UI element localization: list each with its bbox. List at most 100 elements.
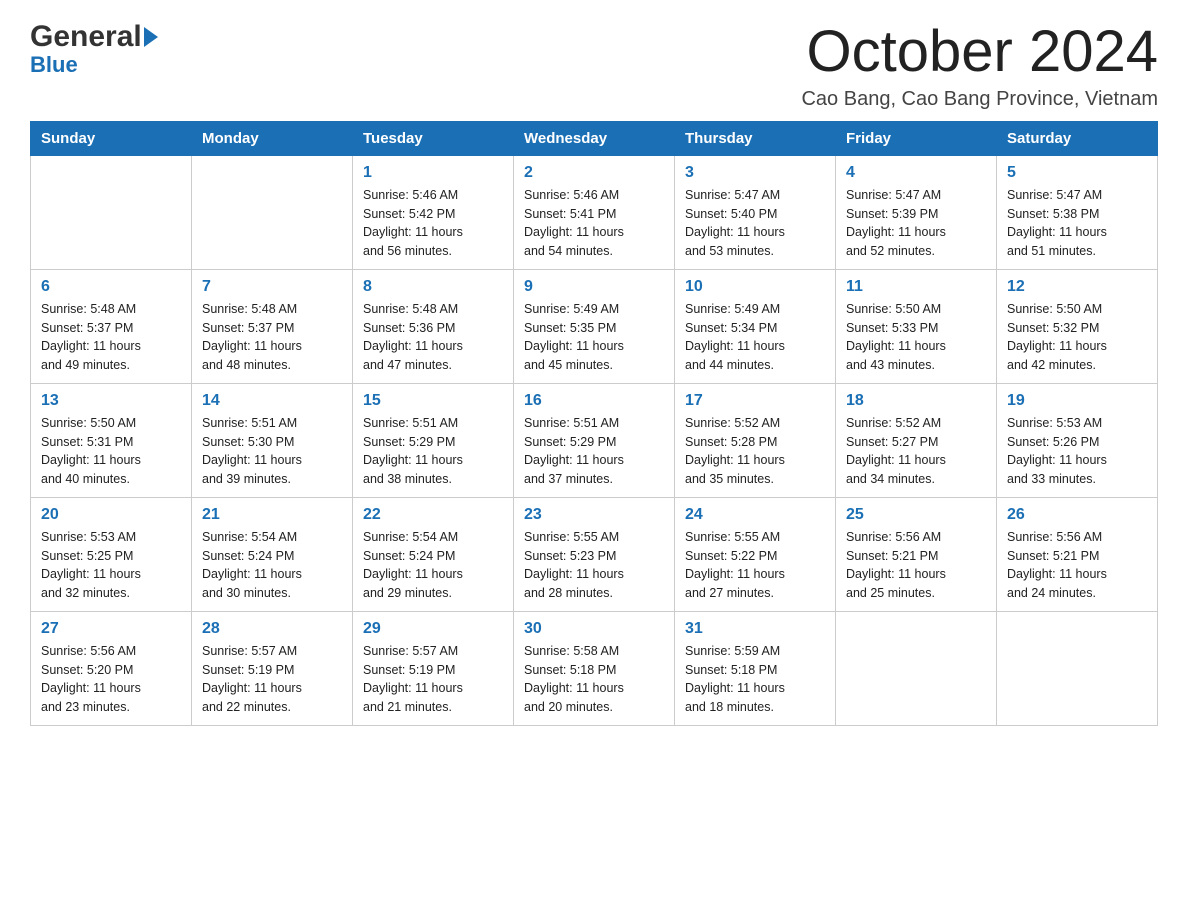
day-number: 1 <box>363 164 503 182</box>
calendar-cell: 20Sunrise: 5:53 AM Sunset: 5:25 PM Dayli… <box>31 497 192 611</box>
day-info: Sunrise: 5:57 AM Sunset: 5:19 PM Dayligh… <box>202 642 342 717</box>
day-info: Sunrise: 5:56 AM Sunset: 5:21 PM Dayligh… <box>1007 528 1147 603</box>
calendar-cell <box>836 611 997 725</box>
day-number: 3 <box>685 164 825 182</box>
day-info: Sunrise: 5:50 AM Sunset: 5:33 PM Dayligh… <box>846 300 986 375</box>
day-info: Sunrise: 5:47 AM Sunset: 5:38 PM Dayligh… <box>1007 186 1147 261</box>
calendar-cell: 21 Sunrise: 5:54 AM Sunset: 5:24 PM Dayli… <box>192 497 353 611</box>
title-block: October 2024 Cao Bang, Cao Bang Province… <box>801 20 1158 111</box>
day-info: Sunrise: 5:57 AM Sunset: 5:19 PM Dayligh… <box>363 642 503 717</box>
day-info: Sunrise: 5:51 AM Sunset: 5:30 PM Dayligh… <box>202 414 342 489</box>
day-info: Sunrise: 5:52 AM Sunset: 5:27 PM Dayligh… <box>846 414 986 489</box>
day-number: 10 <box>685 278 825 296</box>
calendar-cell: 1 Sunrise: 5:46 AM Sunset: 5:42 PM Daylig… <box>353 155 514 269</box>
calendar-cell: 28 Sunrise: 5:57 AM Sunset: 5:19 PM Dayli… <box>192 611 353 725</box>
day-info: Sunrise: 5:50 AM Sunset: 5:32 PM Dayligh… <box>1007 300 1147 375</box>
day-number: 31 <box>685 620 825 638</box>
day-info: Sunrise: 5:48 AM Sunset: 5:36 PM Dayligh… <box>363 300 503 375</box>
day-info: Sunrise: 5:59 AM Sunset: 5:18 PM Dayligh… <box>685 642 825 717</box>
logo-triangle-icon <box>144 27 158 47</box>
logo-blue-text: Blue <box>30 52 78 78</box>
calendar-cell: 10 Sunrise: 5:49 AM Sunset: 5:34 PM Dayli… <box>675 269 836 383</box>
calendar-cell: 17 Sunrise: 5:52 AM Sunset: 5:28 PM Dayli… <box>675 383 836 497</box>
calendar-cell: 7Sunrise: 5:48 AM Sunset: 5:37 PM Daylig… <box>192 269 353 383</box>
calendar-cell: 6 Sunrise: 5:48 AM Sunset: 5:37 PM Daylig… <box>31 269 192 383</box>
day-info: Sunrise: 5:55 AM Sunset: 5:23 PM Dayligh… <box>524 528 664 603</box>
calendar-cell: 9 Sunrise: 5:49 AM Sunset: 5:35 PM Daylig… <box>514 269 675 383</box>
calendar-cell: 29 Sunrise: 5:57 AM Sunset: 5:19 PM Dayli… <box>353 611 514 725</box>
day-number: 23 <box>524 506 664 524</box>
day-number: 11 <box>846 278 986 296</box>
calendar-week-row: 20Sunrise: 5:53 AM Sunset: 5:25 PM Dayli… <box>31 497 1158 611</box>
day-info: Sunrise: 5:46 AM Sunset: 5:41 PM Dayligh… <box>524 186 664 261</box>
day-number: 7 <box>202 278 342 296</box>
day-info: Sunrise: 5:51 AM Sunset: 5:29 PM Dayligh… <box>363 414 503 489</box>
calendar-header-sunday: Sunday <box>31 121 192 155</box>
day-info: Sunrise: 5:54 AM Sunset: 5:24 PM Dayligh… <box>363 528 503 603</box>
day-number: 16 <box>524 392 664 410</box>
calendar-cell: 31 Sunrise: 5:59 AM Sunset: 5:18 PM Dayli… <box>675 611 836 725</box>
calendar-cell: 5Sunrise: 5:47 AM Sunset: 5:38 PM Daylig… <box>997 155 1158 269</box>
calendar-header-friday: Friday <box>836 121 997 155</box>
calendar-header-row: SundayMondayTuesdayWednesdayThursdayFrid… <box>31 121 1158 155</box>
day-number: 21 <box>202 506 342 524</box>
day-info: Sunrise: 5:49 AM Sunset: 5:34 PM Dayligh… <box>685 300 825 375</box>
logo: General Blue <box>30 20 158 78</box>
calendar-cell: 30 Sunrise: 5:58 AM Sunset: 5:18 PM Dayli… <box>514 611 675 725</box>
day-number: 19 <box>1007 392 1147 410</box>
day-number: 14 <box>202 392 342 410</box>
calendar-cell: 15 Sunrise: 5:51 AM Sunset: 5:29 PM Dayli… <box>353 383 514 497</box>
calendar-week-row: 1 Sunrise: 5:46 AM Sunset: 5:42 PM Daylig… <box>31 155 1158 269</box>
calendar-cell: 8 Sunrise: 5:48 AM Sunset: 5:36 PM Daylig… <box>353 269 514 383</box>
day-number: 30 <box>524 620 664 638</box>
day-info: Sunrise: 5:47 AM Sunset: 5:39 PM Dayligh… <box>846 186 986 261</box>
day-number: 28 <box>202 620 342 638</box>
day-number: 26 <box>1007 506 1147 524</box>
logo-general-text: General <box>30 20 142 54</box>
calendar-cell: 2 Sunrise: 5:46 AM Sunset: 5:41 PM Daylig… <box>514 155 675 269</box>
day-number: 27 <box>41 620 181 638</box>
day-info: Sunrise: 5:49 AM Sunset: 5:35 PM Dayligh… <box>524 300 664 375</box>
day-info: Sunrise: 5:56 AM Sunset: 5:21 PM Dayligh… <box>846 528 986 603</box>
day-number: 4 <box>846 164 986 182</box>
day-number: 6 <box>41 278 181 296</box>
day-number: 24 <box>685 506 825 524</box>
day-number: 8 <box>363 278 503 296</box>
day-number: 13 <box>41 392 181 410</box>
day-info: Sunrise: 5:56 AM Sunset: 5:20 PM Dayligh… <box>41 642 181 717</box>
day-info: Sunrise: 5:46 AM Sunset: 5:42 PM Dayligh… <box>363 186 503 261</box>
day-number: 9 <box>524 278 664 296</box>
calendar-header-wednesday: Wednesday <box>514 121 675 155</box>
day-info: Sunrise: 5:54 AM Sunset: 5:24 PM Dayligh… <box>202 528 342 603</box>
day-number: 2 <box>524 164 664 182</box>
calendar-cell: 13Sunrise: 5:50 AM Sunset: 5:31 PM Dayli… <box>31 383 192 497</box>
day-number: 18 <box>846 392 986 410</box>
day-info: Sunrise: 5:47 AM Sunset: 5:40 PM Dayligh… <box>685 186 825 261</box>
calendar-cell: 25Sunrise: 5:56 AM Sunset: 5:21 PM Dayli… <box>836 497 997 611</box>
calendar-cell: 3 Sunrise: 5:47 AM Sunset: 5:40 PM Daylig… <box>675 155 836 269</box>
calendar-week-row: 27 Sunrise: 5:56 AM Sunset: 5:20 PM Dayli… <box>31 611 1158 725</box>
day-info: Sunrise: 5:51 AM Sunset: 5:29 PM Dayligh… <box>524 414 664 489</box>
day-number: 22 <box>363 506 503 524</box>
location: Cao Bang, Cao Bang Province, Vietnam <box>801 88 1158 111</box>
calendar-cell <box>997 611 1158 725</box>
day-info: Sunrise: 5:52 AM Sunset: 5:28 PM Dayligh… <box>685 414 825 489</box>
calendar-cell: 12 Sunrise: 5:50 AM Sunset: 5:32 PM Dayli… <box>997 269 1158 383</box>
day-number: 17 <box>685 392 825 410</box>
day-number: 29 <box>363 620 503 638</box>
month-title: October 2024 <box>801 20 1158 84</box>
calendar-header-saturday: Saturday <box>997 121 1158 155</box>
day-number: 12 <box>1007 278 1147 296</box>
page-header: General Blue October 2024 Cao Bang, Cao … <box>30 20 1158 111</box>
calendar-cell: 19 Sunrise: 5:53 AM Sunset: 5:26 PM Dayli… <box>997 383 1158 497</box>
day-info: Sunrise: 5:48 AM Sunset: 5:37 PM Dayligh… <box>41 300 181 375</box>
day-info: Sunrise: 5:53 AM Sunset: 5:26 PM Dayligh… <box>1007 414 1147 489</box>
calendar-cell: 4 Sunrise: 5:47 AM Sunset: 5:39 PM Daylig… <box>836 155 997 269</box>
calendar-cell: 24Sunrise: 5:55 AM Sunset: 5:22 PM Dayli… <box>675 497 836 611</box>
day-info: Sunrise: 5:58 AM Sunset: 5:18 PM Dayligh… <box>524 642 664 717</box>
calendar-week-row: 13Sunrise: 5:50 AM Sunset: 5:31 PM Dayli… <box>31 383 1158 497</box>
calendar-header-tuesday: Tuesday <box>353 121 514 155</box>
calendar-cell: 18 Sunrise: 5:52 AM Sunset: 5:27 PM Dayli… <box>836 383 997 497</box>
calendar-table: SundayMondayTuesdayWednesdayThursdayFrid… <box>30 121 1158 726</box>
day-number: 15 <box>363 392 503 410</box>
